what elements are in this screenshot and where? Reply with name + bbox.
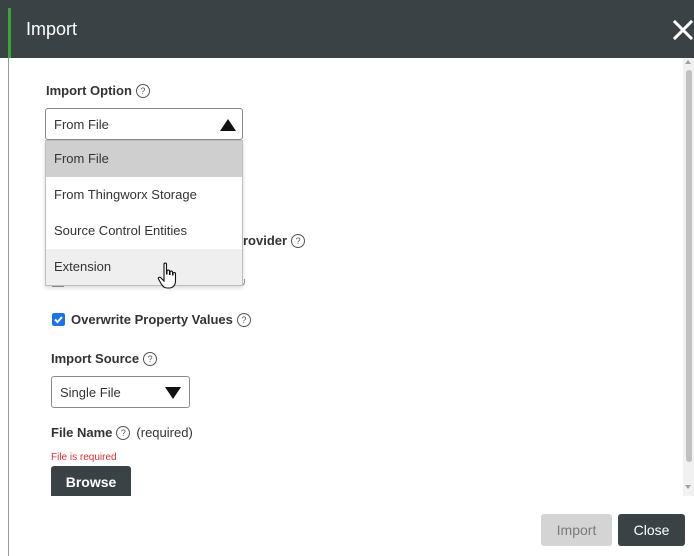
help-icon[interactable]: ? [236, 312, 251, 327]
help-icon[interactable]: ? [116, 425, 131, 440]
browse-button[interactable]: Browse [51, 466, 131, 496]
dropdown-option-source-control-entities[interactable]: Source Control Entities [46, 213, 242, 249]
import-source-label-text: Import Source [51, 351, 140, 366]
dropdown-option-label: Source Control Entities [54, 223, 187, 238]
dropdown-option-from-file[interactable]: From File [46, 141, 242, 177]
dropdown-option-label: Extension [54, 259, 112, 274]
close-button[interactable]: Close [618, 514, 685, 546]
scroll-down-arrow-icon[interactable] [685, 485, 691, 489]
overwrite-checkbox[interactable] [52, 313, 65, 326]
dropdown-triangle-icon [165, 387, 181, 399]
file-name-label: File Name ? (required) [51, 425, 193, 440]
import-button[interactable]: Import [541, 514, 612, 546]
provider-label-text: rovider [243, 233, 288, 248]
import-option-label-text: Import Option [46, 83, 132, 98]
title-accent-bar [8, 8, 11, 58]
import-option-dropdown-list: From File From Thingworx Storage Source … [45, 140, 243, 286]
scroll-up-arrow-icon[interactable] [685, 60, 691, 64]
overwrite-label: Overwrite Property Values ? [71, 312, 251, 327]
dropdown-option-label: From File [54, 151, 109, 166]
help-icon[interactable]: ? [135, 83, 150, 98]
import-source-selected-value: Single File [60, 385, 121, 400]
import-source-select[interactable]: Single File [51, 376, 190, 408]
file-required-error: File is required [51, 452, 117, 463]
dropdown-open-triangle-icon [220, 119, 236, 131]
dropdown-option-label: From Thingworx Storage [54, 187, 197, 202]
dropdown-option-from-thingworx-storage[interactable]: From Thingworx Storage [46, 177, 242, 213]
import-option-selected-value: From File [54, 117, 109, 132]
required-text: (required) [136, 425, 193, 440]
hand-pointer-icon [157, 262, 177, 289]
help-icon[interactable]: ? [291, 233, 306, 248]
import-source-label: Import Source ? [51, 351, 158, 366]
help-icon[interactable]: ? [143, 351, 158, 366]
dropdown-option-extension[interactable]: Extension [46, 249, 242, 285]
dialog-titlebar [0, 0, 694, 58]
scrollbar-thumb[interactable] [686, 70, 692, 462]
provider-label-fragment: rovider ? [243, 233, 306, 248]
dialog-title: Import [26, 19, 78, 39]
import-option-label: Import Option ? [46, 83, 150, 98]
overwrite-label-text: Overwrite Property Values [71, 312, 233, 327]
import-option-select[interactable]: From File [45, 108, 243, 140]
file-name-label-text: File Name [51, 425, 113, 440]
close-icon[interactable] [671, 18, 694, 42]
